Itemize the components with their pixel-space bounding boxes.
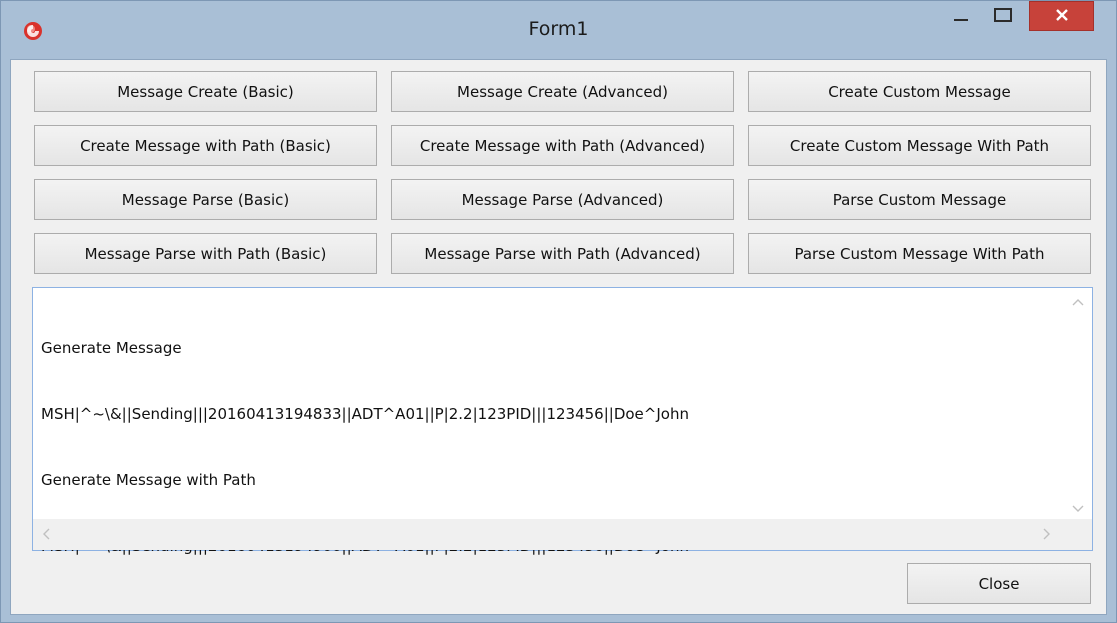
horizontal-scrollbar[interactable] <box>33 519 1064 550</box>
scroll-right-icon[interactable] <box>1043 528 1051 544</box>
output-textbox[interactable]: Generate Message MSH|^~\&||Sending|||201… <box>32 287 1093 555</box>
output-line: MSH|^~\&||Sending|||20160413194833||ADT^… <box>41 405 689 423</box>
title-bar[interactable]: Form1 <box>1 1 1116 59</box>
create-custom-message-button[interactable]: Create Custom Message <box>748 71 1091 112</box>
create-custom-message-with-path-button[interactable]: Create Custom Message With Path <box>748 125 1091 166</box>
parse-custom-message-with-path-button[interactable]: Parse Custom Message With Path <box>748 233 1091 274</box>
create-message-with-path-basic-button[interactable]: Create Message with Path (Basic) <box>34 125 377 166</box>
message-create-advanced-button[interactable]: Message Create (Advanced) <box>391 71 734 112</box>
message-create-basic-button[interactable]: Message Create (Basic) <box>34 71 377 112</box>
message-parse-with-path-basic-button[interactable]: Message Parse with Path (Basic) <box>34 233 377 274</box>
scrollbar-corner <box>1064 519 1092 550</box>
scroll-up-icon[interactable] <box>1072 294 1084 310</box>
vertical-scrollbar[interactable] <box>1064 288 1092 519</box>
message-parse-with-path-advanced-button[interactable]: Message Parse with Path (Advanced) <box>391 233 734 274</box>
scroll-left-icon[interactable] <box>42 528 50 544</box>
form1-window: Form1 Message Create (Basic) Message Cre… <box>0 0 1117 623</box>
maximize-icon <box>994 7 1012 26</box>
parse-custom-message-button[interactable]: Parse Custom Message <box>748 179 1091 220</box>
message-parse-basic-button[interactable]: Message Parse (Basic) <box>34 179 377 220</box>
close-button[interactable]: Close <box>907 563 1091 604</box>
minimize-button[interactable] <box>941 1 981 32</box>
output-text[interactable]: Generate Message MSH|^~\&||Sending|||201… <box>41 293 1062 601</box>
output-line: Generate Message with Path <box>41 471 256 489</box>
form-client-area: Message Create (Basic) Message Create (A… <box>10 59 1107 615</box>
minimize-icon <box>954 7 968 26</box>
maximize-button[interactable] <box>983 1 1023 32</box>
output-line: Generate Message <box>41 339 182 357</box>
scroll-down-icon[interactable] <box>1072 501 1084 517</box>
create-message-with-path-advanced-button[interactable]: Create Message with Path (Advanced) <box>391 125 734 166</box>
close-window-button[interactable] <box>1029 1 1094 31</box>
close-icon <box>1055 7 1069 26</box>
message-parse-advanced-button[interactable]: Message Parse (Advanced) <box>391 179 734 220</box>
